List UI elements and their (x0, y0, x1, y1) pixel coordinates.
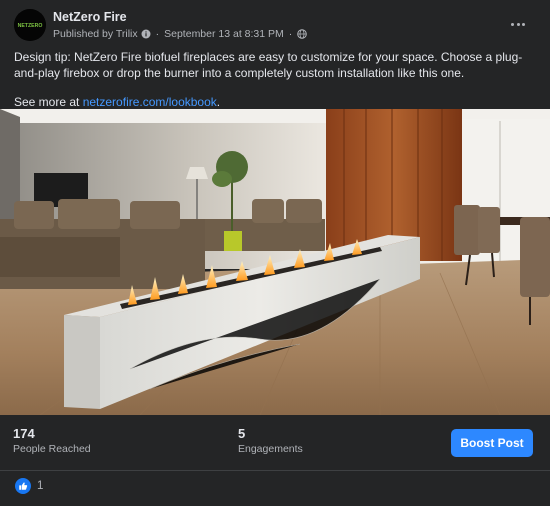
post-meta: Published by Trilix · September 13 at 8:… (53, 28, 308, 40)
globe-icon[interactable] (297, 29, 308, 39)
ellipsis-dot (516, 22, 520, 26)
engagements-label: Engagements (238, 443, 303, 455)
see-more-prefix: See more at (14, 95, 83, 109)
people-reached-label: People Reached (13, 443, 91, 455)
reaction-count: 1 (37, 480, 44, 492)
divider (0, 470, 550, 471)
post-timestamp[interactable]: September 13 at 8:31 PM (164, 28, 284, 40)
page-avatar[interactable]: NETZERO (14, 9, 46, 41)
engagements-value[interactable]: 5 (238, 426, 245, 441)
info-icon[interactable] (141, 29, 151, 39)
reactions-summary[interactable]: 1 (15, 478, 43, 494)
meta-separator-2: · (288, 28, 293, 40)
post-photo[interactable] (0, 109, 550, 415)
see-more-line: See more at netzerofire.com/lookbook. (14, 94, 539, 110)
avatar-text: NETZERO (18, 23, 43, 29)
page-name-link[interactable]: NetZero Fire (53, 10, 127, 24)
lookbook-link[interactable]: netzerofire.com/lookbook (83, 95, 217, 109)
ellipsis-icon (510, 22, 514, 26)
post-card: NETZERO NetZero Fire Published by Trilix… (0, 0, 550, 506)
more-options-button[interactable] (504, 12, 532, 36)
published-by-link[interactable]: Published by Trilix (53, 28, 138, 40)
see-more-suffix: . (216, 95, 221, 109)
boost-post-button[interactable]: Boost Post (451, 429, 533, 457)
netzero-logo-icon: NETZERO (14, 9, 46, 41)
thumbs-up-icon (15, 478, 31, 494)
meta-separator: · (155, 28, 160, 40)
people-reached-value[interactable]: 174 (13, 426, 35, 441)
ellipsis-dot (522, 22, 526, 26)
post-body-text: Design tip: NetZero Fire biofuel firepla… (14, 50, 523, 80)
